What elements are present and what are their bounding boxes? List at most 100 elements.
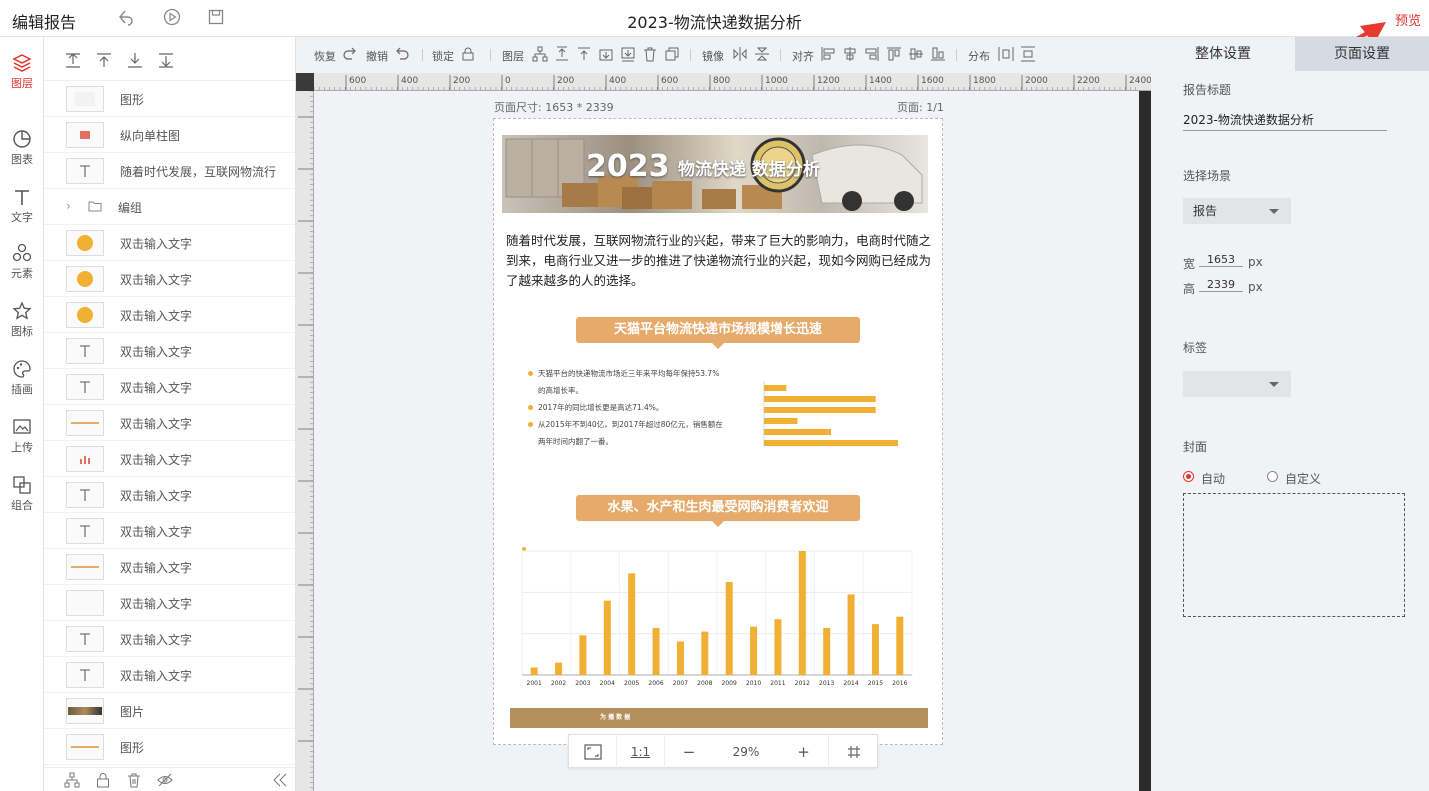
actual-size-button[interactable]: 1:1 bbox=[617, 735, 665, 769]
nav-item-text[interactable]: 文字 bbox=[0, 181, 44, 237]
undo-icon[interactable] bbox=[394, 46, 410, 62]
report-page[interactable]: 2023 物流快递 数据分析 随着时代发展，互联网物流行业的兴起，带来了巨大的影… bbox=[493, 118, 943, 745]
cover-custom-radio[interactable] bbox=[1267, 471, 1278, 482]
align-middle-icon[interactable] bbox=[908, 46, 924, 62]
nav-item-layers[interactable]: 图层 bbox=[0, 47, 44, 103]
hide-icon[interactable] bbox=[157, 772, 173, 788]
collapse-icon[interactable] bbox=[272, 772, 288, 788]
height-unit: px bbox=[1248, 280, 1263, 294]
undo-button[interactable]: 撤销 bbox=[366, 48, 388, 64]
copy-icon[interactable] bbox=[664, 46, 680, 62]
section-title-1[interactable]: 天猫平台物流快递市场规模增长迅速 bbox=[576, 317, 860, 349]
layer-row[interactable]: 双击输入文字 bbox=[44, 333, 295, 369]
layer-row[interactable]: 双击输入文字 bbox=[44, 261, 295, 297]
expand-arrow-icon[interactable]: › bbox=[66, 199, 71, 213]
poster-footer[interactable]: 为 播 数 据 bbox=[510, 708, 928, 728]
nav-item-illustrations[interactable]: 插画 bbox=[0, 353, 44, 409]
nav-item-charts[interactable]: 图表 bbox=[0, 123, 44, 179]
layer-row[interactable]: 双击输入文字 bbox=[44, 441, 295, 477]
nav-item-group[interactable]: 组合 bbox=[0, 469, 44, 525]
align-left-icon[interactable] bbox=[820, 46, 836, 62]
layer-button[interactable]: 图层 bbox=[502, 48, 524, 64]
redo-icon[interactable] bbox=[342, 46, 358, 62]
legend-swatch bbox=[522, 547, 526, 551]
layer-row[interactable]: 双击输入文字 bbox=[44, 621, 295, 657]
layer-row[interactable]: 双击输入文字 bbox=[44, 477, 295, 513]
redo-button[interactable]: 恢复 bbox=[314, 48, 336, 64]
layer-row[interactable]: 随着时代发展，互联网物流行 bbox=[44, 153, 295, 189]
distribute-horizontal-icon[interactable] bbox=[998, 46, 1014, 62]
horizontal-bar-chart[interactable] bbox=[740, 367, 930, 447]
back-icon[interactable] bbox=[116, 8, 136, 28]
bar-mark bbox=[798, 551, 806, 675]
align-bottom-icon[interactable] bbox=[930, 46, 946, 62]
move-down-icon[interactable] bbox=[126, 51, 144, 69]
zoom-out-button[interactable]: − bbox=[665, 735, 713, 769]
grid-toggle-button[interactable] bbox=[829, 735, 879, 769]
layer-row[interactable]: 双击输入文字 bbox=[44, 405, 295, 441]
tab-global-settings[interactable]: 整体设置 bbox=[1151, 37, 1295, 71]
scene-select[interactable]: 报告 bbox=[1183, 198, 1291, 224]
lock-icon[interactable] bbox=[95, 772, 111, 788]
vertical-bar-chart[interactable]: 2001 2002 2003 2004 2005 2006 2007 2008 2009 2010… bbox=[516, 539, 920, 689]
send-backward-icon[interactable] bbox=[598, 46, 614, 62]
tab-page-settings[interactable]: 页面设置 bbox=[1295, 37, 1429, 71]
x-tick-label: 2001 bbox=[527, 680, 542, 687]
width-input[interactable]: 1653 bbox=[1199, 253, 1243, 267]
poster-intro[interactable]: 随着时代发展，互联网物流行业的兴起，带来了巨大的影响力，电商时代随之到来，电商行… bbox=[506, 231, 934, 291]
distribute-button[interactable]: 分布 bbox=[968, 48, 990, 64]
layer-thumbnail bbox=[66, 590, 104, 616]
report-title-input[interactable]: 2023-物流快递数据分析 bbox=[1183, 111, 1387, 131]
align-center-icon[interactable] bbox=[842, 46, 858, 62]
move-bottom-icon[interactable] bbox=[157, 51, 175, 69]
layer-row[interactable]: 双击输入文字 bbox=[44, 513, 295, 549]
move-top-icon[interactable] bbox=[64, 51, 82, 69]
layer-row[interactable]: › 编组 bbox=[44, 189, 295, 225]
align-right-icon[interactable] bbox=[864, 46, 880, 62]
x-tick-label: 2011 bbox=[770, 680, 785, 687]
bring-forward-icon[interactable] bbox=[576, 46, 592, 62]
cover-auto-radio[interactable] bbox=[1183, 471, 1194, 482]
flip-horizontal-icon[interactable] bbox=[732, 46, 748, 62]
move-up-icon[interactable] bbox=[95, 51, 113, 69]
layer-row[interactable]: 双击输入文字 bbox=[44, 585, 295, 621]
trash-icon[interactable] bbox=[126, 772, 142, 788]
trash-icon[interactable] bbox=[642, 46, 658, 62]
layer-row[interactable]: 纵向单柱图 bbox=[44, 117, 295, 153]
layer-row[interactable]: 图形 bbox=[44, 81, 295, 117]
send-bottom-icon[interactable] bbox=[620, 46, 636, 62]
mirror-button[interactable]: 镜像 bbox=[702, 48, 724, 64]
bar-mark bbox=[676, 641, 684, 675]
play-icon[interactable] bbox=[162, 8, 182, 28]
nav-item-icons[interactable]: 图标 bbox=[0, 295, 44, 351]
section-title-2[interactable]: 水果、水产和生肉最受网购消费者欢迎 bbox=[576, 495, 860, 527]
hierarchy-icon[interactable] bbox=[64, 772, 80, 788]
layer-row[interactable]: 图形 bbox=[44, 729, 295, 765]
fit-screen-button[interactable] bbox=[569, 735, 617, 769]
poster-banner[interactable]: 2023 物流快递 数据分析 bbox=[502, 135, 928, 213]
vertical-scrollbar[interactable] bbox=[1139, 91, 1151, 791]
layer-row[interactable]: 图片 bbox=[44, 693, 295, 729]
bullet-list[interactable]: 天猫平台的快递物流市场近三年来平均每年保持53.7%的高增长率。 2017年的同… bbox=[528, 365, 726, 450]
layer-row[interactable]: 双击输入文字 bbox=[44, 549, 295, 585]
layer-row[interactable]: 双击输入文字 bbox=[44, 657, 295, 693]
nav-item-elements[interactable]: 元素 bbox=[0, 237, 44, 293]
save-icon[interactable] bbox=[206, 8, 226, 28]
layer-row[interactable]: 双击输入文字 bbox=[44, 369, 295, 405]
tag-select[interactable] bbox=[1183, 371, 1291, 397]
flip-vertical-icon[interactable] bbox=[754, 46, 770, 62]
hierarchy-icon[interactable] bbox=[532, 46, 548, 62]
cover-upload-box[interactable] bbox=[1183, 493, 1405, 617]
nav-item-upload[interactable]: 上传 bbox=[0, 411, 44, 467]
distribute-vertical-icon[interactable] bbox=[1020, 46, 1036, 62]
height-input[interactable]: 2339 bbox=[1199, 278, 1243, 292]
lock-button[interactable]: 锁定 bbox=[432, 48, 454, 64]
layer-row[interactable]: 双击输入文字 bbox=[44, 225, 295, 261]
preview-button[interactable]: 预览 bbox=[1395, 10, 1421, 29]
align-top-icon[interactable] bbox=[886, 46, 902, 62]
align-button[interactable]: 对齐 bbox=[792, 48, 814, 64]
lock-icon[interactable] bbox=[460, 46, 476, 62]
bring-top-icon[interactable] bbox=[554, 46, 570, 62]
zoom-in-button[interactable]: + bbox=[779, 735, 829, 769]
layer-row[interactable]: 双击输入文字 bbox=[44, 297, 295, 333]
